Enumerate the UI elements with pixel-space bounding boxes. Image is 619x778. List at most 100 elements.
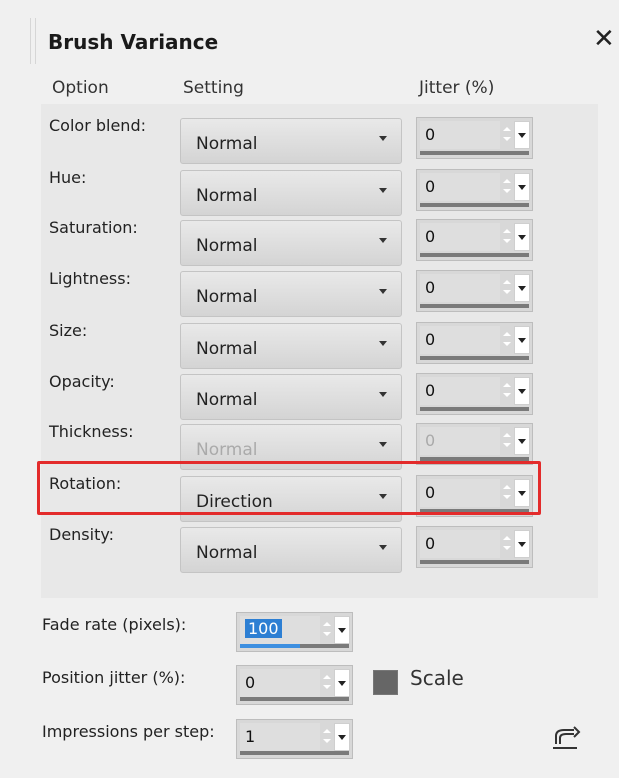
close-icon[interactable]: ✕: [593, 26, 615, 52]
fade-rate-dropdown-button[interactable]: [334, 616, 350, 644]
option-label-thickness: Thickness:: [49, 422, 134, 441]
spin-up-icon[interactable]: [503, 229, 511, 233]
setting-dropdown-hue[interactable]: Normal: [180, 170, 402, 216]
jitter-field[interactable]: 0: [420, 326, 500, 354]
setting-dropdown-saturation[interactable]: Normal: [180, 220, 402, 266]
jitter-dropdown-button[interactable]: [514, 326, 530, 354]
setting-dropdown-lightness[interactable]: Normal: [180, 271, 402, 317]
option-label-saturation: Saturation:: [49, 218, 138, 237]
option-label-density: Density:: [49, 525, 115, 544]
reset-icon[interactable]: [548, 726, 582, 752]
spin-down-icon[interactable]: [503, 546, 511, 550]
jitter-spinner-size[interactable]: 0: [416, 322, 533, 364]
setting-dropdown-size[interactable]: Normal: [180, 323, 402, 369]
jitter-field[interactable]: 0: [420, 427, 500, 455]
setting-dropdown-opacity[interactable]: Normal: [180, 374, 402, 420]
spin-up-icon[interactable]: [503, 383, 511, 387]
spin-up-icon[interactable]: [503, 280, 511, 284]
spin-up-icon[interactable]: [323, 675, 331, 679]
jitter-slider[interactable]: [420, 560, 529, 564]
jitter-dropdown-button[interactable]: [514, 427, 530, 455]
jitter-slider[interactable]: [420, 151, 529, 155]
fade-rate-slider[interactable]: [240, 644, 349, 648]
chevron-down-icon: [379, 136, 387, 141]
jitter-slider[interactable]: [420, 356, 529, 360]
option-label-colorblend: Color blend:: [49, 116, 146, 135]
jitter-value: 0: [425, 227, 436, 246]
spin-up-icon[interactable]: [503, 332, 511, 336]
fade-rate-field[interactable]: 100: [240, 616, 320, 644]
spin-down-icon[interactable]: [503, 189, 511, 193]
jitter-spinner-density[interactable]: 0: [416, 526, 533, 568]
spin-up-icon[interactable]: [503, 536, 511, 540]
spin-down-icon[interactable]: [323, 739, 331, 743]
impressions-dropdown-button[interactable]: [334, 723, 350, 751]
setting-value: Normal: [196, 440, 258, 460]
impressions-spinner[interactable]: 1: [236, 719, 353, 759]
jitter-spinner-lightness[interactable]: 0: [416, 270, 533, 312]
jitter-field[interactable]: 0: [420, 274, 500, 302]
jitter-dropdown-button[interactable]: [514, 173, 530, 201]
fade-rate-value: 100: [245, 619, 282, 638]
spin-down-icon[interactable]: [503, 443, 511, 447]
panel-title: Brush Variance: [48, 30, 219, 54]
jitter-dropdown-button[interactable]: [514, 121, 530, 149]
setting-value: Normal: [196, 236, 258, 256]
position-jitter-spinner[interactable]: 0: [236, 665, 353, 705]
jitter-slider[interactable]: [420, 203, 529, 207]
option-label-lightness: Lightness:: [49, 269, 131, 288]
impressions-slider[interactable]: [240, 751, 349, 755]
fade-rate-spinner[interactable]: 100: [236, 612, 353, 652]
setting-dropdown-density[interactable]: Normal: [180, 527, 402, 573]
jitter-spinner-hue[interactable]: 0: [416, 169, 533, 211]
jitter-spinner-thickness[interactable]: 0: [416, 423, 533, 465]
chevron-down-icon: [518, 542, 526, 547]
option-label-size: Size:: [49, 321, 88, 340]
chevron-down-icon: [518, 235, 526, 240]
impressions-field[interactable]: 1: [240, 723, 320, 751]
impressions-value: 1: [245, 727, 256, 746]
option-label-hue: Hue:: [49, 168, 87, 187]
brush-variance-panel: Brush Variance ✕ Option Setting Jitter (…: [0, 0, 619, 778]
jitter-slider[interactable]: [420, 407, 529, 411]
spin-down-icon[interactable]: [323, 632, 331, 636]
jitter-field[interactable]: 0: [420, 530, 500, 558]
spin-down-icon[interactable]: [503, 342, 511, 346]
chevron-down-icon: [338, 735, 346, 740]
jitter-field[interactable]: 0: [420, 223, 500, 251]
spin-up-icon[interactable]: [503, 433, 511, 437]
jitter-spinner-saturation[interactable]: 0: [416, 219, 533, 261]
spin-up-icon[interactable]: [503, 179, 511, 183]
position-jitter-slider[interactable]: [240, 697, 349, 701]
jitter-field[interactable]: 0: [420, 121, 500, 149]
spin-up-icon[interactable]: [323, 622, 331, 626]
spin-down-icon[interactable]: [503, 393, 511, 397]
jitter-spinner-colorblend[interactable]: 0: [416, 117, 533, 159]
spin-down-icon[interactable]: [503, 239, 511, 243]
jitter-dropdown-button[interactable]: [514, 223, 530, 251]
spin-down-icon[interactable]: [323, 685, 331, 689]
panel-grip-handle[interactable]: [30, 18, 36, 64]
jitter-dropdown-button[interactable]: [514, 377, 530, 405]
jitter-spinner-opacity[interactable]: 0: [416, 373, 533, 415]
jitter-dropdown-button[interactable]: [514, 530, 530, 558]
jitter-slider[interactable]: [420, 253, 529, 257]
setting-dropdown-colorblend[interactable]: Normal: [180, 118, 402, 164]
jitter-field[interactable]: 0: [420, 173, 500, 201]
setting-value: Normal: [196, 186, 258, 206]
chevron-down-icon: [379, 238, 387, 243]
spin-up-icon[interactable]: [323, 729, 331, 733]
jitter-field[interactable]: 0: [420, 377, 500, 405]
spin-up-icon[interactable]: [503, 127, 511, 131]
position-jitter-dropdown-button[interactable]: [334, 669, 350, 697]
spin-down-icon[interactable]: [503, 137, 511, 141]
jitter-value: 0: [425, 278, 436, 297]
chevron-down-icon: [518, 286, 526, 291]
spin-down-icon[interactable]: [503, 290, 511, 294]
jitter-value: 0: [425, 534, 436, 553]
fade-rate-label: Fade rate (pixels):: [42, 615, 187, 634]
position-jitter-field[interactable]: 0: [240, 669, 320, 697]
scale-checkbox[interactable]: [373, 670, 398, 695]
jitter-dropdown-button[interactable]: [514, 274, 530, 302]
jitter-slider[interactable]: [420, 304, 529, 308]
